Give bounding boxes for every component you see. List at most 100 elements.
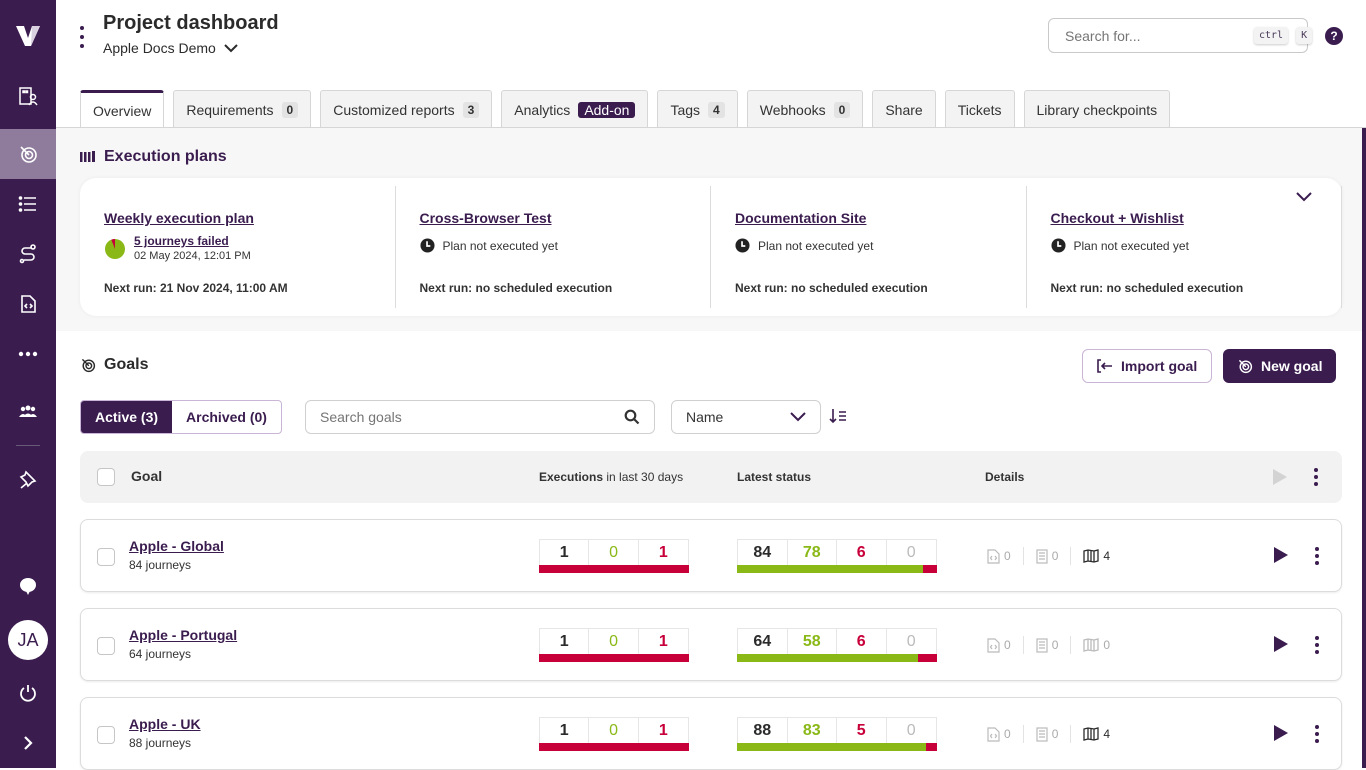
status-failed: 6 <box>837 629 887 654</box>
sidebar-item-team[interactable] <box>0 387 56 437</box>
status-passed: 58 <box>788 629 837 654</box>
play-icon[interactable] <box>1274 547 1288 563</box>
goal-row[interactable]: Apple - Global 84 journeys 1 0 1 84 78 6… <box>80 519 1342 592</box>
tab-webhooks[interactable]: Webhooks 0 <box>746 90 864 128</box>
code-file-icon <box>987 637 1000 653</box>
row-checkbox[interactable] <box>97 548 115 566</box>
sidebar-item-more[interactable] <box>0 329 56 379</box>
avatar[interactable]: JA <box>8 620 48 660</box>
executions-bar-fail <box>539 565 689 573</box>
executions-total: 1 <box>540 629 590 654</box>
detail-code[interactable]: 0 <box>987 547 1024 565</box>
chevron-down-icon[interactable] <box>1296 192 1312 202</box>
play-all-icon[interactable] <box>1273 469 1287 485</box>
organization-icon <box>19 87 38 106</box>
goal-row[interactable]: Apple - UK 88 journeys 1 0 1 88 83 5 0 0… <box>80 697 1342 770</box>
executions-bar <box>539 565 689 573</box>
filter-archived[interactable]: Archived (0) <box>172 401 281 433</box>
row-checkbox[interactable] <box>97 637 115 655</box>
detail-code[interactable]: 0 <box>987 725 1024 743</box>
tab-requirements[interactable]: Requirements 0 <box>173 90 312 128</box>
detail-code[interactable]: 0 <box>987 636 1024 654</box>
tab-overview[interactable]: Overview <box>80 90 165 129</box>
tab-analytics[interactable]: Analytics Add-on <box>501 90 649 128</box>
plan-status-text: Plan not executed yet <box>758 238 874 253</box>
tab-share[interactable]: Share <box>872 90 936 128</box>
row-actions-menu[interactable] <box>1312 636 1322 654</box>
tab-label: Tickets <box>957 101 1002 118</box>
import-goal-button[interactable]: Import goal <box>1082 349 1213 383</box>
play-icon[interactable] <box>1274 636 1288 652</box>
status-other: 0 <box>906 543 916 561</box>
plan-name-link[interactable]: Weekly execution plan <box>104 210 254 226</box>
goal-name-link[interactable]: Apple - UK <box>129 716 201 732</box>
status-bar-fail <box>925 743 937 751</box>
sidebar: JA <box>0 0 56 768</box>
logout-button[interactable] <box>0 668 56 718</box>
goal-name-link[interactable]: Apple - Portugal <box>129 627 237 643</box>
more-icon <box>18 351 38 357</box>
scrollbar[interactable] <box>1362 128 1366 768</box>
chevron-down-icon <box>224 44 238 53</box>
goal-details: 0 0 4 <box>987 725 1134 743</box>
play-icon[interactable] <box>1274 725 1288 741</box>
latest-status-summary: 88 83 5 0 <box>737 717 937 751</box>
sidebar-item-organization[interactable] <box>0 71 56 121</box>
tab-label: Requirements <box>186 101 274 118</box>
executions-summary: 1 0 1 <box>539 717 689 751</box>
v-logo-icon[interactable] <box>14 22 42 50</box>
status-passed: 78 <box>788 540 837 565</box>
goal-name-link[interactable]: Apple - Global <box>129 538 224 554</box>
status-passed: 83 <box>788 718 837 743</box>
sort-select[interactable]: Name <box>671 400 821 434</box>
sidebar-item-pin[interactable] <box>0 454 56 504</box>
detail-checklist[interactable]: 0 <box>1036 725 1072 743</box>
row-checkbox[interactable] <box>97 726 115 744</box>
detail-checklist[interactable]: 0 <box>1036 547 1072 565</box>
tab-tickets[interactable]: Tickets <box>944 90 1015 128</box>
help-icon[interactable]: ? <box>1325 27 1343 45</box>
latest-status-summary: 64 58 6 0 <box>737 628 937 662</box>
sidebar-item-list[interactable] <box>0 179 56 229</box>
plans-map-icon <box>1083 549 1100 563</box>
goal-search-input[interactable] <box>320 409 624 425</box>
column-details: Details <box>985 470 1025 484</box>
bulk-actions-menu[interactable] <box>1311 468 1321 486</box>
detail-plans[interactable]: 4 <box>1083 725 1122 743</box>
project-selector[interactable]: Apple Docs Demo <box>103 40 238 56</box>
plan-name-link[interactable]: Documentation Site <box>735 210 866 226</box>
detail-plans[interactable]: 0 <box>1083 636 1122 654</box>
sidebar-divider <box>16 445 40 446</box>
new-goal-button[interactable]: New goal <box>1223 349 1337 383</box>
main-menu-button[interactable] <box>76 26 88 48</box>
tab-library-checkpoints[interactable]: Library checkpoints <box>1023 90 1171 128</box>
tab-label: Library checkpoints <box>1036 101 1158 118</box>
goal-journey-count: 88 journeys <box>129 736 192 750</box>
detail-checklist[interactable]: 0 <box>1036 636 1072 654</box>
failed-journeys-link[interactable]: 5 journeys failed <box>134 234 251 249</box>
sidebar-item-code[interactable] <box>0 279 56 329</box>
sidebar-item-journeys[interactable] <box>0 229 56 279</box>
goal-row[interactable]: Apple - Portugal 64 journeys 1 0 1 64 58… <box>80 608 1342 681</box>
global-search-input[interactable] <box>1065 27 1246 44</box>
executions-failed: 1 <box>658 721 668 739</box>
sort-direction-icon[interactable] <box>829 408 847 424</box>
tab-tags[interactable]: Tags 4 <box>657 90 738 128</box>
global-search[interactable]: ctrl K <box>1048 18 1313 53</box>
tab-customized-reports[interactable]: Customized reports 3 <box>320 90 493 128</box>
row-actions-menu[interactable] <box>1312 725 1322 743</box>
detail-plans[interactable]: 4 <box>1083 547 1122 565</box>
select-all-checkbox[interactable] <box>97 468 115 486</box>
chat-button[interactable] <box>0 561 56 611</box>
row-actions-menu[interactable] <box>1312 547 1322 565</box>
goals-title: Goals <box>80 356 148 374</box>
sidebar-item-goals[interactable] <box>0 129 56 179</box>
search-icon[interactable] <box>624 409 640 425</box>
plan-name-link[interactable]: Cross-Browser Test <box>420 210 552 226</box>
plan-name-link[interactable]: Checkout + Wishlist <box>1051 210 1184 226</box>
goal-search[interactable] <box>305 400 655 434</box>
filter-active[interactable]: Active (3) <box>81 401 173 433</box>
status-bar-fail <box>918 654 937 662</box>
expand-sidebar-button[interactable] <box>0 718 56 768</box>
tab-label: Tags <box>670 101 701 118</box>
